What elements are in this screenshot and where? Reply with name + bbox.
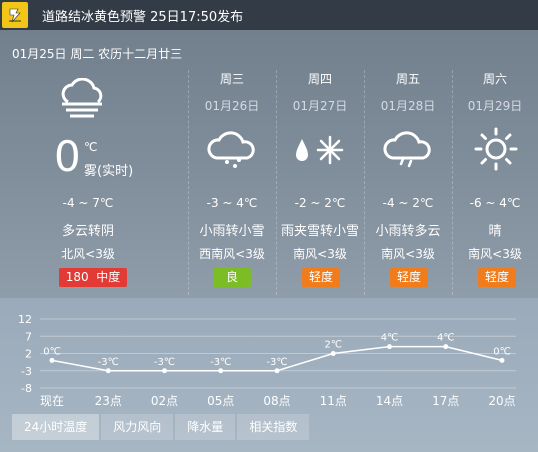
aqi-badge[interactable]: 轻度 — [302, 268, 340, 287]
tab-indices[interactable]: 相关指数 — [237, 414, 310, 440]
data-point — [330, 351, 336, 356]
forecast-weather: 晴 — [488, 224, 502, 239]
current-date: 01月25日 周二 农历十二月廿三 — [12, 47, 183, 61]
y-tick-label: 12 — [18, 313, 32, 326]
data-point — [499, 357, 505, 363]
forecast-day-3[interactable]: 周五 01月28日 — [364, 70, 452, 114]
data-label: 2℃ — [324, 340, 342, 351]
day-date: 01月28日 — [380, 99, 436, 113]
warning-text[interactable]: 道路结冰黄色预警 25日17:50发布 — [42, 6, 243, 25]
forecast-wind: 南风<3级 — [468, 247, 522, 261]
today-temp-range: -4 ~ 7℃ — [62, 196, 114, 210]
y-tick-label: -3 — [21, 365, 32, 378]
data-point — [49, 357, 55, 363]
hourly-temperature-chart: 12 7 2 -3 -8 0℃ 现在 -3℃ 23点 -3℃ 02点 -3℃ 05点 -3℃ 08点 2℃ 11… — [18, 313, 516, 408]
data-label: -3℃ — [154, 357, 175, 368]
sleet-icon — [292, 133, 348, 171]
aqi-badge[interactable]: 轻度 — [390, 268, 428, 287]
today-aqi-badge[interactable]: 180 中度 — [59, 268, 127, 287]
data-label: 4℃ — [437, 333, 455, 344]
current-condition: 雾(实时) — [84, 164, 134, 179]
forecast-wind: 南风<3级 — [381, 247, 435, 261]
x-tick-label: 17点 — [432, 394, 459, 408]
aqi-badge[interactable]: 良 — [213, 268, 251, 287]
x-tick-label: 02点 — [151, 394, 178, 408]
aqi-value: 180 — [65, 270, 89, 284]
chart-tabs: 24小时温度 风力风向 降水量 相关指数 — [12, 414, 311, 440]
data-point — [274, 368, 280, 374]
warning-bar[interactable]: 道路结冰黄色预警 25日17:50发布 — [0, 0, 538, 30]
data-point — [443, 344, 449, 350]
light-rain-icon — [381, 128, 433, 174]
data-label: -3℃ — [210, 357, 231, 368]
day-name: 周五 — [395, 72, 420, 86]
tab-24h-temperature[interactable]: 24小时温度 — [12, 414, 100, 440]
forecast-weather: 小雨转小雪 — [199, 224, 265, 239]
data-label: 0℃ — [493, 346, 511, 357]
tab-precipitation[interactable]: 降水量 — [175, 414, 236, 440]
today-wind: 北风<3级 — [61, 247, 115, 261]
aqi-badge[interactable]: 轻度 — [478, 268, 516, 287]
x-tick-label: 14点 — [376, 394, 403, 408]
x-tick-label: 08点 — [263, 394, 290, 408]
forecast-day-2[interactable]: 周四 01月27日 — [276, 70, 364, 114]
data-point — [387, 344, 392, 350]
forecast-day-4[interactable]: 周六 01月29日 — [452, 70, 538, 114]
forecast-wind: 南风<3级 — [293, 247, 347, 261]
cloudy-fog-icon — [58, 77, 106, 122]
current-temperature: 0 — [54, 132, 81, 181]
temperature-unit: ℃ — [84, 140, 98, 154]
forecast-range: -2 ~ 2℃ — [294, 196, 346, 210]
forecast-range: -4 ~ 2℃ — [382, 196, 434, 210]
data-label: -3℃ — [266, 357, 287, 368]
y-tick-label: -8 — [21, 382, 32, 395]
forecast-day-1[interactable]: 周三 01月26日 — [188, 70, 276, 114]
forecast-wind: 西南风<3级 — [199, 247, 265, 261]
data-label: 0℃ — [43, 346, 61, 357]
forecast-weather: 雨夹雪转小雪 — [280, 224, 359, 239]
forecast-weather: 小雨转多云 — [375, 224, 441, 239]
today-weather: 多云转阴 — [61, 224, 114, 239]
day-date: 01月29日 — [467, 99, 523, 113]
day-date: 01月27日 — [292, 99, 348, 113]
data-point — [218, 368, 224, 374]
warning-icon — [2, 2, 28, 28]
x-tick-label: 现在 — [40, 394, 64, 408]
data-label: 4℃ — [381, 333, 399, 344]
data-point — [105, 368, 111, 374]
x-tick-label: 11点 — [320, 394, 347, 408]
forecast-range: -6 ~ 4℃ — [469, 196, 521, 210]
data-label: -3℃ — [98, 357, 119, 368]
x-tick-label: 23点 — [95, 394, 122, 408]
aqi-label: 中度 — [96, 270, 121, 284]
day-name: 周四 — [307, 72, 332, 86]
tab-wind[interactable]: 风力风向 — [101, 414, 174, 440]
day-date: 01月26日 — [204, 99, 260, 113]
x-tick-label: 20点 — [488, 394, 515, 408]
sunny-icon — [473, 126, 519, 176]
y-tick-label: 7 — [25, 330, 32, 343]
day-name: 周六 — [482, 72, 507, 86]
light-snow-icon — [205, 128, 257, 174]
data-point — [162, 368, 167, 374]
x-tick-label: 05点 — [207, 394, 234, 408]
forecast-range: -3 ~ 4℃ — [206, 196, 258, 210]
day-name: 周三 — [219, 72, 244, 86]
y-tick-label: 2 — [25, 348, 32, 361]
